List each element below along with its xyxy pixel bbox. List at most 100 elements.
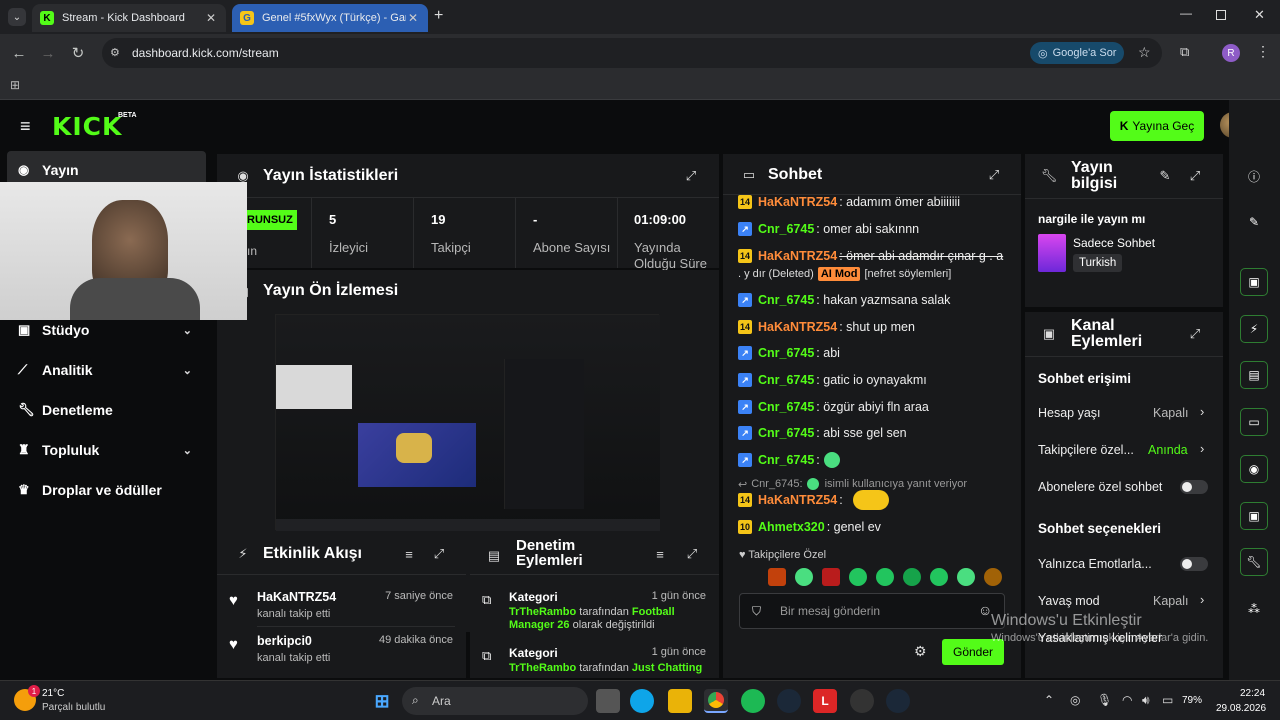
clock-time[interactable]: 22:24 [1240, 688, 1265, 699]
spotify-icon[interactable] [741, 689, 765, 713]
tray-chevron-icon[interactable]: ⌃ [1044, 693, 1054, 707]
preview-video[interactable] [275, 314, 660, 531]
chat-input[interactable]: ⛉ Bir mesaj gönderin ☺ [739, 593, 1005, 629]
chat-message[interactable]: 14 HaKaNTRZ54: shut up men [738, 318, 915, 336]
lol-icon[interactable]: L [813, 689, 837, 713]
chevron-right-icon[interactable]: › [1200, 592, 1204, 607]
info-icon[interactable]: ⓘ [1240, 162, 1268, 190]
chat-message[interactable]: ↗ Cnr_6745: abi [738, 344, 840, 362]
go-live-button[interactable]: K Yayına Geç [1110, 111, 1204, 141]
row-followers-value[interactable]: Anında [1148, 443, 1188, 457]
chat-username[interactable]: Cnr_6745 [758, 426, 814, 440]
channel-toggle-icon[interactable]: ▣ [1240, 502, 1268, 530]
chat-username[interactable]: HaKaNTRZ54 [758, 493, 837, 507]
chat-username[interactable]: HaKaNTRZ54 [758, 320, 837, 334]
reload-icon[interactable]: ↻ [68, 43, 88, 63]
chat-message[interactable]: ↗ Cnr_6745: [738, 451, 840, 469]
chat-message[interactable]: 10 Ahmetx320: genel ev [738, 518, 881, 536]
chat-message[interactable]: ↗ Cnr_6745: özgür abiyi fln araa [738, 398, 929, 416]
add-widget-icon[interactable]: ⁂ [1240, 595, 1268, 623]
steam-icon[interactable] [777, 689, 801, 713]
edit-icon[interactable]: ✎ [1240, 208, 1268, 236]
menu-kebab-icon[interactable]: ⋮ [1256, 43, 1270, 60]
wifi-icon[interactable]: ◠ [1122, 693, 1132, 707]
sidebar-item-analitik[interactable]: ⟋ Analitik ⌄ [14, 352, 204, 388]
clock-date[interactable]: 29.08.2026 [1216, 703, 1266, 714]
tray-icon[interactable]: ◎ [1070, 693, 1080, 707]
tab-gartic[interactable]: G Genel #5fxWyx (Türkçe) - Gartic ✕ [232, 4, 428, 32]
expand-icon[interactable]: ⤢ [1187, 326, 1203, 342]
sidebar-item-topluluk[interactable]: ♜ Topluluk ⌄ [14, 432, 204, 468]
wrench-toggle-icon[interactable]: 🔧︎ [1240, 548, 1268, 576]
tab-search-icon[interactable]: ⌄ [8, 8, 26, 26]
emote-icon[interactable] [795, 568, 813, 586]
google-ask-button[interactable]: ◎ Google'a Sor [1030, 42, 1125, 64]
row-account-age-value[interactable]: Kapalı [1153, 406, 1188, 420]
expand-icon[interactable]: ⤢ [431, 546, 447, 562]
filter-icon[interactable]: ≡ [652, 546, 668, 562]
emote-icon[interactable] [876, 568, 894, 586]
battery-icon[interactable]: ▭ [1162, 693, 1173, 707]
close-icon[interactable]: ✕ [406, 11, 420, 25]
chat-message[interactable]: 14 HaKaNTRZ54: [738, 490, 889, 510]
sidebar-item-droplar[interactable]: ♛ Droplar ve ödüller [14, 472, 204, 508]
maximize-icon[interactable] [1216, 10, 1226, 20]
emote-icon[interactable] [903, 568, 921, 586]
omnibox[interactable]: ⚙ dashboard.kick.com/stream ◎ Google'a So… [102, 38, 1162, 68]
expand-icon[interactable]: ⤢ [683, 168, 699, 184]
emote-icon[interactable] [768, 568, 786, 586]
expand-icon[interactable]: ⤢ [1187, 168, 1203, 184]
chat-message[interactable]: 14 HaKaNTRZ54: adamım ömer abiiiiiii [738, 193, 960, 211]
chat-username[interactable]: Ahmetx320 [758, 520, 825, 534]
emote-icon[interactable] [930, 568, 948, 586]
site-info-icon[interactable]: ⚙ [110, 46, 120, 59]
file-explorer-icon[interactable] [668, 689, 692, 713]
start-menu-icon[interactable]: ⊞ [370, 689, 394, 713]
chevron-right-icon[interactable]: › [1200, 441, 1204, 456]
emote-icon[interactable] [984, 568, 1002, 586]
extensions-icon[interactable]: ⧉ [1180, 44, 1189, 60]
emote-only-toggle[interactable] [1180, 557, 1208, 571]
chat-username[interactable]: HaKaNTRZ54 [758, 249, 837, 263]
expand-icon[interactable]: ⤢ [684, 546, 700, 562]
mic-icon[interactable]: 🎙︎ [1097, 693, 1112, 707]
back-icon[interactable]: ← [9, 43, 29, 63]
minimize-icon[interactable]: — [1180, 6, 1192, 20]
bookmark-star-icon[interactable]: ☆ [1138, 44, 1151, 61]
tab-kick-dashboard[interactable]: K Stream - Kick Dashboard ✕ [32, 4, 226, 32]
taskbar-search[interactable]: ⌕ Ara [402, 687, 588, 715]
forward-icon[interactable]: → [38, 43, 58, 63]
app-icon[interactable] [850, 689, 874, 713]
profile-avatar[interactable]: R [1222, 44, 1240, 62]
edit-icon[interactable]: ✎ [1157, 168, 1173, 184]
chat-username[interactable]: Cnr_6745 [758, 293, 814, 307]
emote-icon[interactable] [822, 568, 840, 586]
chat-username[interactable]: HaKaNTRZ54 [758, 195, 837, 209]
chat-username[interactable]: Cnr_6745 [758, 373, 814, 387]
new-tab-icon[interactable]: + [434, 7, 443, 25]
preview-toggle-icon[interactable]: ▣ [1240, 268, 1268, 296]
row-slow-mode-value[interactable]: Kapalı [1153, 594, 1188, 608]
sidebar-item-denetleme[interactable]: 🔧︎ Denetleme [14, 392, 204, 428]
list-toggle-icon[interactable]: ▤ [1240, 361, 1268, 389]
chat-settings-gear-icon[interactable]: ⚙ [914, 643, 927, 660]
play-toggle-icon[interactable]: ◉ [1240, 455, 1268, 483]
edge-icon[interactable] [630, 689, 654, 713]
chat-username[interactable]: Cnr_6745 [758, 222, 814, 236]
expand-icon[interactable]: ⤢ [986, 167, 1002, 183]
window-close-icon[interactable]: ✕ [1254, 7, 1265, 23]
task-view-icon[interactable] [596, 689, 620, 713]
chat-message[interactable]: ↗ Cnr_6745: abi sse gel sen [738, 424, 907, 442]
chevron-right-icon[interactable]: › [1200, 404, 1204, 419]
kick-logo[interactable]: KICK [52, 112, 122, 141]
chat-message[interactable]: ↗ Cnr_6745: omer abi sakınnn [738, 220, 919, 238]
hamburger-menu-icon[interactable]: ≡ [20, 116, 31, 137]
steam-icon[interactable] [886, 689, 910, 713]
emote-icon[interactable] [957, 568, 975, 586]
chat-message[interactable]: ↗ Cnr_6745: hakan yazmsana salak [738, 291, 950, 309]
weather-widget[interactable]: 1 21°C Parçalı bulutlu [14, 685, 154, 717]
chat-username[interactable]: Cnr_6745 [758, 400, 814, 414]
chat-username[interactable]: Cnr_6745 [758, 346, 814, 360]
chat-message[interactable]: ↗ Cnr_6745: gatic io oynayakmı [738, 371, 927, 389]
chrome-icon[interactable] [704, 689, 728, 713]
